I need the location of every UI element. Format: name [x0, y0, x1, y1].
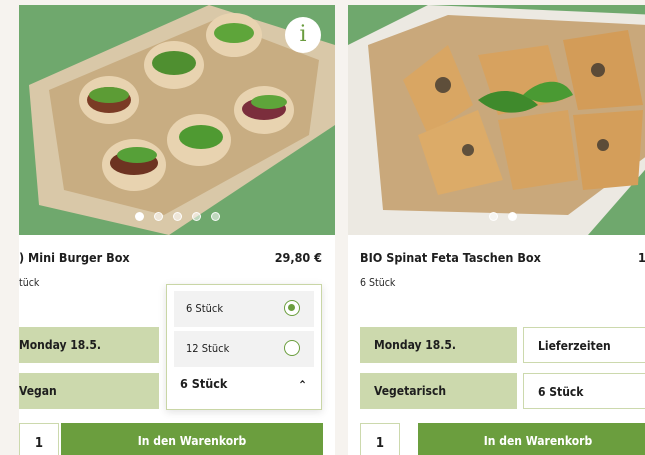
- diet-value: Vegetarisch: [374, 384, 447, 398]
- pastry-box-illustration: [348, 5, 645, 235]
- product-portion: 6 Stück: [360, 277, 396, 289]
- size-select-value: 6 Stück: [538, 385, 584, 399]
- product-price: 19: [638, 250, 645, 265]
- size-option-label: 12 Stück: [186, 342, 230, 355]
- image-carousel-dots: [19, 206, 335, 225]
- image-carousel-dots: [348, 206, 645, 225]
- carousel-dot[interactable]: [508, 212, 517, 221]
- info-icon: i: [299, 22, 307, 47]
- chevron-up-icon[interactable]: ⌃: [298, 378, 307, 392]
- product-title[interactable]: BIO Spinat Feta Taschen Box: [360, 250, 541, 265]
- carousel-dot[interactable]: [134, 212, 144, 221]
- size-select[interactable]: 6 Stück: [523, 373, 645, 409]
- size-select-value[interactable]: 6 Stück: [180, 376, 227, 391]
- delivery-date-value: Monday 18.5.: [19, 338, 102, 352]
- size-option-label: 6 Stück: [186, 302, 224, 315]
- diet-value: Vegan: [19, 384, 57, 398]
- product-portion: tück: [19, 277, 40, 289]
- product-card-spinat-feta: BIO Spinat Feta Taschen Box 19 6 Stück M…: [348, 5, 645, 455]
- carousel-dot[interactable]: [210, 212, 220, 221]
- delivery-times-label: Lieferzeiten: [538, 339, 611, 353]
- quantity-input[interactable]: 1: [19, 423, 59, 455]
- product-image-spinat-feta-box[interactable]: [348, 5, 645, 235]
- product-image-burger-box[interactable]: i: [19, 5, 335, 235]
- delivery-times-button[interactable]: Lieferzeiten: [523, 327, 645, 363]
- quantity-input[interactable]: 1: [360, 423, 400, 455]
- carousel-dot[interactable]: [489, 212, 498, 221]
- carousel-dot[interactable]: [172, 212, 182, 221]
- delivery-date-select[interactable]: Monday 18.5.: [360, 327, 517, 363]
- add-to-cart-button[interactable]: In den Warenkorb: [61, 423, 323, 455]
- carousel-dot[interactable]: [153, 212, 163, 221]
- diet-label: Vegetarisch: [360, 373, 517, 409]
- radio-checked-icon[interactable]: [284, 300, 300, 316]
- carousel-dot[interactable]: [191, 212, 201, 221]
- product-price: 29,80 €: [274, 250, 322, 265]
- size-option[interactable]: 6 Stück: [174, 291, 314, 327]
- delivery-date-select[interactable]: Monday 18.5.: [19, 327, 159, 363]
- radio-unchecked-icon[interactable]: [284, 340, 300, 356]
- size-option[interactable]: 12 Stück: [174, 331, 314, 367]
- delivery-date-value: Monday 18.5.: [374, 338, 457, 352]
- product-title[interactable]: ) Mini Burger Box: [19, 250, 130, 265]
- add-to-cart-button[interactable]: In den Warenkorb: [418, 423, 645, 455]
- diet-label: Vegan: [19, 373, 159, 409]
- info-button[interactable]: i: [285, 17, 321, 53]
